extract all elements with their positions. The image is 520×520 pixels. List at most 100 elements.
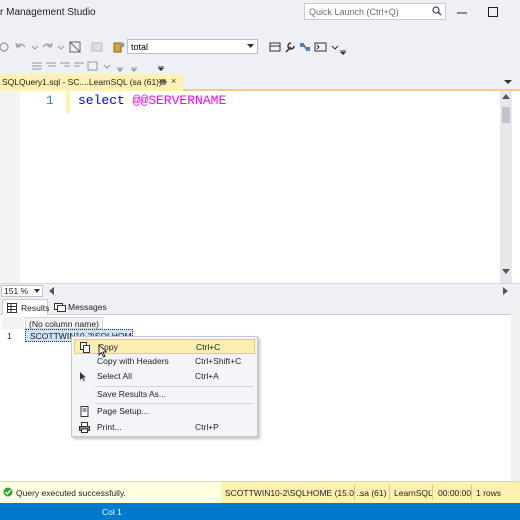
maximize-icon[interactable] xyxy=(486,5,500,19)
image-icon[interactable] xyxy=(68,40,82,54)
window-title: r Management Studio xyxy=(0,7,96,18)
scroll-left-icon[interactable] xyxy=(48,287,54,295)
grid-icon xyxy=(7,303,17,313)
chevron-down-icon[interactable] xyxy=(503,77,513,87)
sql-function: @@SERVERNAME xyxy=(132,93,227,108)
tab-sqlquery1[interactable]: SQLQuery1.sql - SC....LearnSQL (sa (61))… xyxy=(0,74,183,91)
chevron-down-icon xyxy=(34,289,40,293)
quick-launch-input[interactable]: Quick Launch (Ctrl+Q) xyxy=(304,3,446,20)
application-status-bar: Col 1 xyxy=(0,503,520,520)
status-divider xyxy=(471,485,472,500)
code-line[interactable]: select @@SERVERNAME xyxy=(78,93,226,108)
status-server: SCOTTWIN10-2\SQLHOME (15.0 ... xyxy=(225,488,364,498)
zoom-value: 151 % xyxy=(4,286,29,296)
menu-item-page-setup[interactable]: Page Setup... xyxy=(74,404,255,419)
menu-item-label: Copy with Headers xyxy=(97,356,169,366)
status-divider xyxy=(389,485,390,500)
status-bar: Query executed successfully. SCOTTWIN10-… xyxy=(0,481,520,504)
customize-toolbar-icon[interactable] xyxy=(337,42,351,56)
document-tab-strip: SQLQuery1.sql - SC....LearnSQL (sa (61))… xyxy=(0,74,520,91)
change-tracking-margin xyxy=(66,91,70,113)
undo-icon[interactable] xyxy=(14,40,28,54)
tab-messages-label: Messages xyxy=(68,302,107,312)
grid-row-number[interactable]: 1 xyxy=(7,331,12,341)
zoom-select[interactable]: 151 % xyxy=(1,285,43,297)
status-elapsed: 00:00:00 xyxy=(438,488,472,498)
editor-vertical-scrollbar[interactable] xyxy=(500,91,512,283)
menu-item-label: Page Setup... xyxy=(97,406,149,416)
tab-results-label: Results xyxy=(21,303,50,313)
scroll-up-icon[interactable] xyxy=(502,93,510,99)
tab-messages[interactable]: Messages xyxy=(52,299,107,315)
redo-icon[interactable] xyxy=(40,40,54,54)
scroll-right-icon[interactable] xyxy=(503,287,509,295)
toolbar-circle-icon[interactable] xyxy=(0,40,14,54)
comment-icon[interactable] xyxy=(30,59,44,73)
status-connection-info: SCOTTWIN10-2\SQLHOME (15.0 ... sa (61) L… xyxy=(221,482,520,504)
quick-launch-placeholder: Quick Launch (Ctrl+Q) xyxy=(309,7,399,17)
tab-label: SQLQuery1.sql - SC....LearnSQL (sa (61))… xyxy=(2,77,166,87)
select-all-icon xyxy=(80,372,86,381)
toolbar-arrow-icon[interactable] xyxy=(114,59,128,73)
toolbar-end-icon[interactable] xyxy=(128,59,142,73)
results-to-grid-icon[interactable] xyxy=(268,40,282,54)
mouse-pointer-icon xyxy=(98,344,107,358)
menu-item-label: Print... xyxy=(97,422,122,432)
chevron-down-icon[interactable] xyxy=(54,40,68,54)
menu-item-shortcut: Ctrl+P xyxy=(195,422,219,432)
page-setup-icon xyxy=(80,406,89,417)
status-database: LearnSQL xyxy=(394,488,433,498)
toolbar-overflow-icon[interactable] xyxy=(155,59,169,73)
scrollbar-thumb[interactable] xyxy=(502,107,510,123)
search-icon xyxy=(432,6,442,16)
uncomment-icon[interactable] xyxy=(44,59,58,73)
grid-column-header[interactable]: (No column name) xyxy=(25,317,103,329)
menu-item-shortcut: Ctrl+C xyxy=(196,342,221,352)
close-icon[interactable]: × xyxy=(171,77,176,86)
wrench-icon[interactable] xyxy=(283,40,297,54)
sql-keyword: select xyxy=(78,93,125,108)
console-icon[interactable] xyxy=(314,40,328,54)
indent-icon[interactable] xyxy=(58,59,72,73)
results-vertical-scrollbar[interactable] xyxy=(511,298,520,481)
messages-icon xyxy=(54,303,66,312)
status-divider xyxy=(432,485,433,500)
database-select[interactable]: total xyxy=(127,39,258,54)
menu-item-label: Select All xyxy=(97,371,132,381)
cursor-column: Col 1 xyxy=(102,507,122,517)
query-editor[interactable]: 1 select @@SERVERNAME xyxy=(0,91,520,283)
status-message: Query executed successfully. xyxy=(16,488,126,498)
line-number: 1 xyxy=(46,93,54,108)
status-divider xyxy=(354,485,355,500)
grid-corner[interactable] xyxy=(2,317,24,329)
toolbar-blank-icon[interactable] xyxy=(90,40,104,54)
menu-item-print[interactable]: Print... Ctrl+P xyxy=(74,420,255,435)
toolbar: total xyxy=(0,28,520,74)
status-rows: 1 rows xyxy=(476,488,502,498)
menu-item-save-results-as[interactable]: Save Results As... xyxy=(74,387,255,402)
specify-values-icon[interactable] xyxy=(86,59,100,73)
menu-item-shortcut: Ctrl+A xyxy=(195,371,219,381)
menu-item-label: Save Results As... xyxy=(97,389,166,399)
results-tab-strip: Results Messages xyxy=(0,298,520,315)
menu-item-select-all[interactable]: Select All Ctrl+A xyxy=(74,369,255,384)
database-icon xyxy=(113,42,125,53)
execute-plan-icon[interactable] xyxy=(298,40,312,54)
chevron-down-icon xyxy=(247,44,254,48)
print-icon xyxy=(79,422,90,433)
editor-gutter xyxy=(0,91,20,283)
database-select-value: total xyxy=(131,42,149,52)
title-bar: r Management Studio Quick Launch (Ctrl+Q… xyxy=(0,0,520,28)
tab-results[interactable]: Results xyxy=(2,299,50,315)
chevron-down-icon[interactable] xyxy=(100,59,114,73)
menu-item-shortcut: Ctrl+Shift+C xyxy=(195,356,242,366)
outdent-icon[interactable] xyxy=(72,59,86,73)
column-header-label: (No column name) xyxy=(29,319,99,329)
editor-zoom-bar: 151 % xyxy=(0,283,520,298)
copy-icon xyxy=(80,342,90,353)
status-user: sa (61) xyxy=(360,488,387,498)
success-check-icon xyxy=(3,487,13,497)
scroll-down-icon[interactable] xyxy=(502,269,510,275)
minimize-icon[interactable] xyxy=(455,5,469,19)
pin-icon[interactable] xyxy=(158,77,168,87)
